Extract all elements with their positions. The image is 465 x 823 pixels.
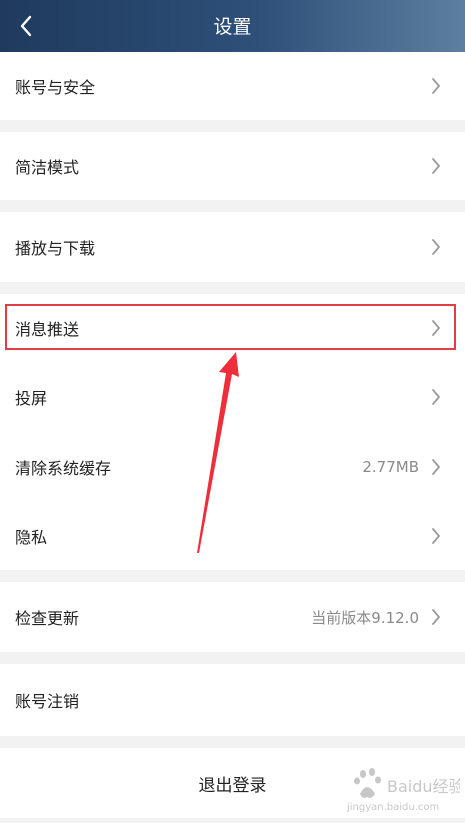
settings-item-privacy[interactable]: 隐私 xyxy=(0,502,465,570)
chevron-right-icon xyxy=(425,155,447,177)
logout-button[interactable]: 退出登录 xyxy=(0,748,465,818)
chevron-right-icon xyxy=(425,606,447,628)
settings-item-simple-mode[interactable]: 简洁模式 xyxy=(0,132,465,200)
settings-item-label: 账号注销 xyxy=(15,692,80,711)
settings-item-label: 检查更新 xyxy=(15,609,80,628)
settings-item-label: 账号与安全 xyxy=(15,78,96,97)
chevron-right-icon xyxy=(425,386,447,408)
settings-item-label: 播放与下载 xyxy=(15,239,96,258)
settings-item-label: 隐私 xyxy=(15,528,48,547)
page-title: 设置 xyxy=(213,16,252,38)
current-version-value: 当前版本9.12.0 xyxy=(311,608,419,627)
settings-item-account-security[interactable]: 账号与安全 xyxy=(0,52,465,120)
chevron-right-icon xyxy=(425,236,447,258)
settings-item-clear-cache[interactable]: 清除系统缓存 2.77MB xyxy=(0,432,465,502)
cache-size-value: 2.77MB xyxy=(362,458,419,476)
chevron-right-icon xyxy=(425,317,447,339)
settings-item-cast-screen[interactable]: 投屏 xyxy=(0,362,465,432)
logout-label: 退出登录 xyxy=(198,775,267,796)
settings-item-deactivate-account[interactable]: 账号注销 xyxy=(0,664,465,736)
settings-item-play-download[interactable]: 播放与下载 xyxy=(0,212,465,282)
settings-item-check-update[interactable]: 检查更新 当前版本9.12.0 xyxy=(0,582,465,652)
settings-item-label: 清除系统缓存 xyxy=(15,459,112,478)
chevron-right-icon xyxy=(425,456,447,478)
settings-item-label: 消息推送 xyxy=(15,320,80,339)
chevron-right-icon xyxy=(425,525,447,547)
settings-item-label: 投屏 xyxy=(15,389,48,408)
top-nav-bar: 设置 xyxy=(0,0,465,52)
settings-item-push-notifications[interactable]: 消息推送 xyxy=(0,294,465,362)
chevron-right-icon xyxy=(425,75,447,97)
settings-item-label: 简洁模式 xyxy=(15,158,80,177)
